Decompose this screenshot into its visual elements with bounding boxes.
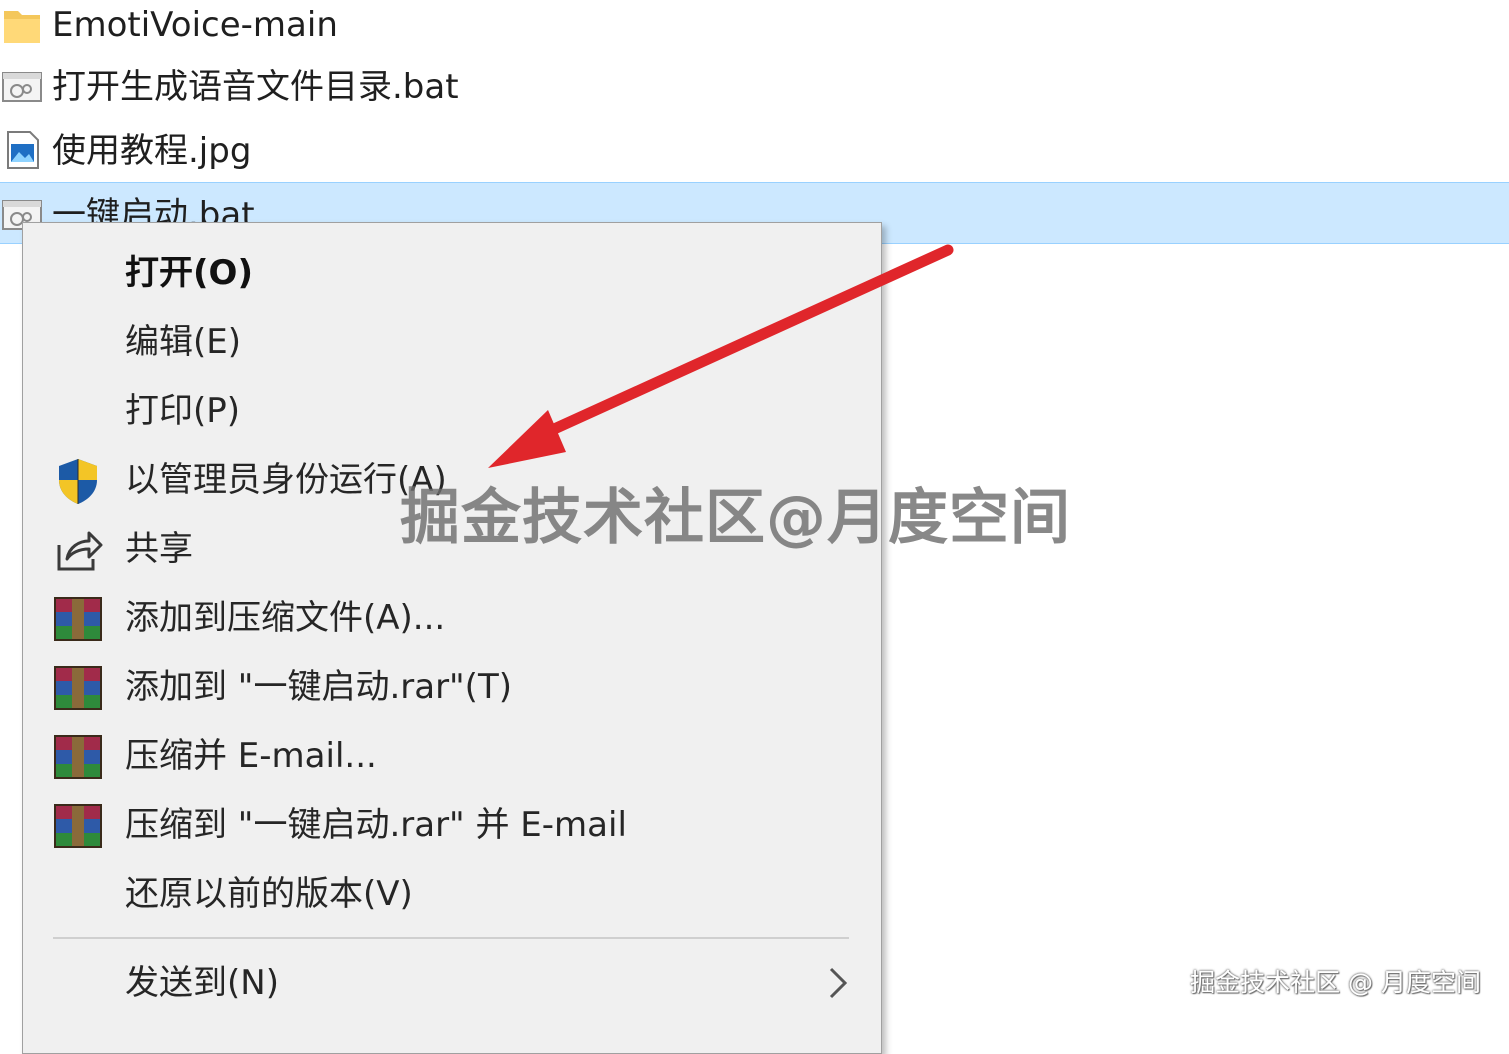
winrar-icon [54, 804, 102, 848]
menu-item-restore-versions[interactable]: 还原以前的版本(V) [23, 860, 881, 928]
menu-item-add-to-rar[interactable]: 添加到 "一键启动.rar"(T) [23, 653, 881, 721]
context-menu: 打开(O) 编辑(E) 打印(P) 以管理员身份运行(A) 共享 添加到压缩文件… [22, 222, 882, 1054]
menu-item-add-to-archive[interactable]: 添加到压缩文件(A)... [23, 584, 881, 652]
menu-item-label: 以管理员身份运行(A) [125, 460, 447, 500]
winrar-icon [54, 597, 102, 641]
menu-item-print[interactable]: 打印(P) [23, 377, 881, 445]
file-row-jpg[interactable]: 使用教程.jpg [0, 120, 1509, 182]
file-row-folder[interactable]: EmotiVoice-main [0, 0, 1509, 56]
watermark-corner: 掘金技术社区 @ 月度空间 [1190, 968, 1481, 997]
menu-item-label: 压缩并 E-mail... [125, 736, 377, 776]
file-name: 使用教程.jpg [52, 131, 252, 171]
chevron-right-icon [829, 967, 848, 999]
watermark-center: 掘金技术社区@月度空间 [400, 483, 1071, 553]
menu-item-label: 压缩到 "一键启动.rar" 并 E-mail [125, 805, 627, 845]
uac-shield-icon [59, 459, 97, 504]
menu-item-label: 添加到压缩文件(A)... [125, 598, 446, 638]
menu-item-label: 打开(O) [125, 253, 253, 293]
menu-item-compress-email[interactable]: 压缩并 E-mail... [23, 722, 881, 790]
menu-item-label: 共享 [125, 529, 193, 569]
folder-icon [4, 11, 40, 43]
menu-item-open[interactable]: 打开(O) [23, 239, 881, 307]
winrar-icon [54, 735, 102, 779]
menu-item-label: 编辑(E) [125, 322, 242, 362]
menu-separator [53, 937, 849, 939]
menu-item-label: 打印(P) [125, 391, 241, 431]
menu-item-edit[interactable]: 编辑(E) [23, 308, 881, 376]
menu-item-label: 还原以前的版本(V) [125, 874, 413, 914]
file-name: 打开生成语音文件目录.bat [52, 67, 459, 107]
file-name: EmotiVoice-main [52, 5, 338, 45]
winrar-icon [54, 666, 102, 710]
menu-item-label: 添加到 "一键启动.rar"(T) [125, 667, 512, 707]
share-icon [57, 531, 103, 571]
menu-item-compress-rar-email[interactable]: 压缩到 "一键启动.rar" 并 E-mail [23, 791, 881, 859]
image-file-icon [7, 131, 39, 169]
menu-item-send-to[interactable]: 发送到(N) [23, 949, 881, 1017]
menu-item-label: 发送到(N) [125, 963, 279, 1003]
batch-file-icon [2, 72, 42, 102]
file-row-bat[interactable]: 打开生成语音文件目录.bat [0, 56, 1509, 118]
